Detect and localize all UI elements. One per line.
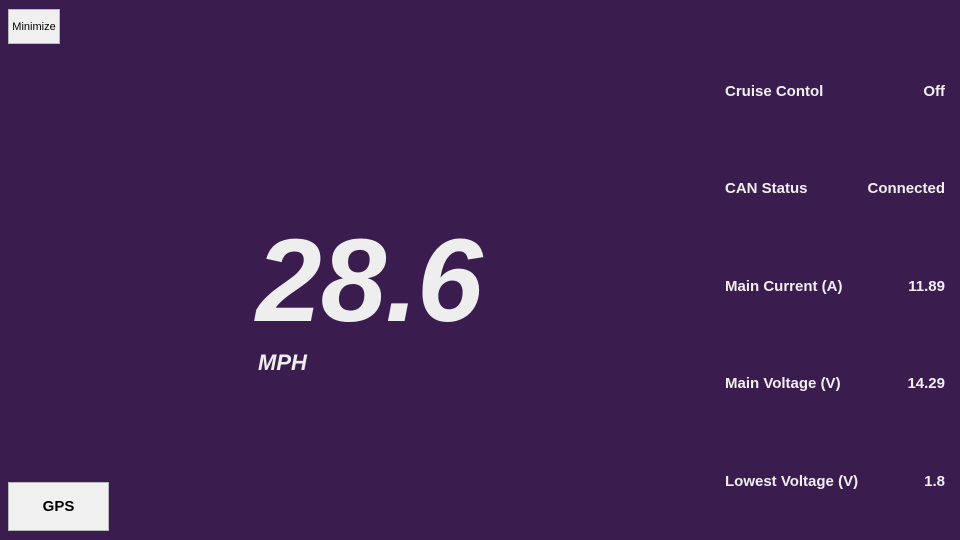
gps-button[interactable]: GPS (8, 482, 109, 531)
status-value: 11.89 (908, 278, 945, 295)
status-row-lowest-voltage: Lowest Voltage (V) 1.8 (725, 474, 945, 489)
status-row-cruise-control: Cruise Contol Off (725, 84, 945, 99)
minimize-button[interactable]: Minimize (8, 9, 60, 44)
status-row-main-voltage: Main Voltage (V) 14.29 (725, 376, 945, 391)
status-label: CAN Status (725, 180, 808, 197)
status-value: Connected (867, 180, 945, 197)
status-label: Main Voltage (V) (725, 375, 841, 392)
status-label: Cruise Contol (725, 83, 824, 100)
speed-unit-label: MPH (258, 350, 307, 375)
status-label: Lowest Voltage (V) (725, 473, 859, 490)
status-row-main-current: Main Current (A) 11.89 (725, 279, 945, 294)
speed-readout: 28.6 (256, 215, 483, 347)
status-label: Main Current (A) (725, 278, 843, 295)
status-value: Off (923, 83, 945, 100)
status-value: 1.8 (924, 473, 945, 490)
status-row-can-status: CAN Status Connected (725, 181, 945, 196)
status-value: 14.29 (907, 375, 945, 392)
